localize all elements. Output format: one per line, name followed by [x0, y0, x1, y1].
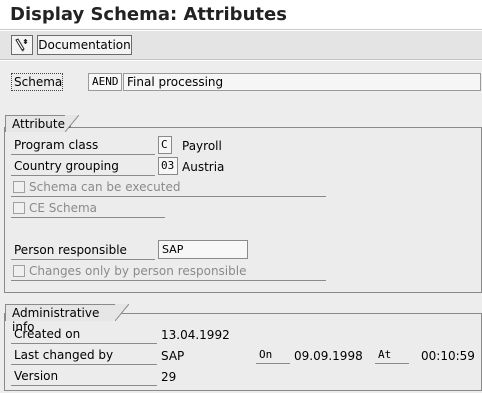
administrative-info-tab: Administrative info: [5, 304, 115, 334]
on-label: On: [256, 347, 290, 364]
schema-description: Final processing: [123, 73, 481, 91]
last-changed-by-label: Last changed by: [11, 346, 157, 365]
ce-schema-checkbox[interactable]: [13, 202, 25, 214]
person-responsible-label: Person responsible: [11, 241, 155, 260]
person-responsible-field[interactable]: SAP: [158, 240, 248, 259]
changes-only-row: Changes only by person responsible: [11, 262, 326, 281]
version-value: 29: [161, 370, 177, 384]
program-class-label: Program class: [11, 136, 155, 155]
last-changed-date: 09.09.1998: [294, 349, 363, 363]
schema-code-field[interactable]: AEND: [88, 73, 122, 91]
documentation-button[interactable]: Documentation: [37, 35, 132, 55]
schema-can-be-executed-checkbox[interactable]: [13, 181, 25, 193]
at-label: At: [375, 347, 409, 364]
administrative-info-tab-edge: [115, 304, 129, 321]
created-on-value: 13.04.1992: [161, 328, 230, 342]
program-class-text: Payroll: [182, 139, 222, 153]
page-title: Display Schema: Attributes: [0, 0, 482, 30]
other-object-button[interactable]: [11, 35, 33, 55]
schema-can-be-executed-label: Schema can be executed: [29, 180, 181, 194]
attributes-tab-edge: [65, 115, 79, 132]
attributes-tab: Attributes: [5, 115, 71, 132]
ce-schema-label: CE Schema: [29, 201, 98, 215]
wand-pencil-icon: [15, 38, 28, 52]
program-class-field[interactable]: C: [158, 136, 172, 154]
changes-only-checkbox[interactable]: [13, 265, 25, 277]
ce-schema-row: CE Schema: [11, 199, 165, 218]
country-grouping-field[interactable]: 03: [158, 157, 178, 175]
created-on-label: Created on: [11, 325, 157, 344]
version-label: Version: [11, 367, 157, 386]
schema-label[interactable]: Schema: [11, 73, 63, 91]
country-grouping-text: Austria: [182, 160, 225, 174]
schema-can-be-executed-row: Schema can be executed: [11, 178, 326, 197]
last-changed-by-value: SAP: [161, 349, 185, 363]
changes-only-label: Changes only by person responsible: [29, 264, 247, 278]
country-grouping-label: Country grouping: [11, 157, 155, 176]
last-changed-time: 00:10:59: [421, 349, 475, 363]
